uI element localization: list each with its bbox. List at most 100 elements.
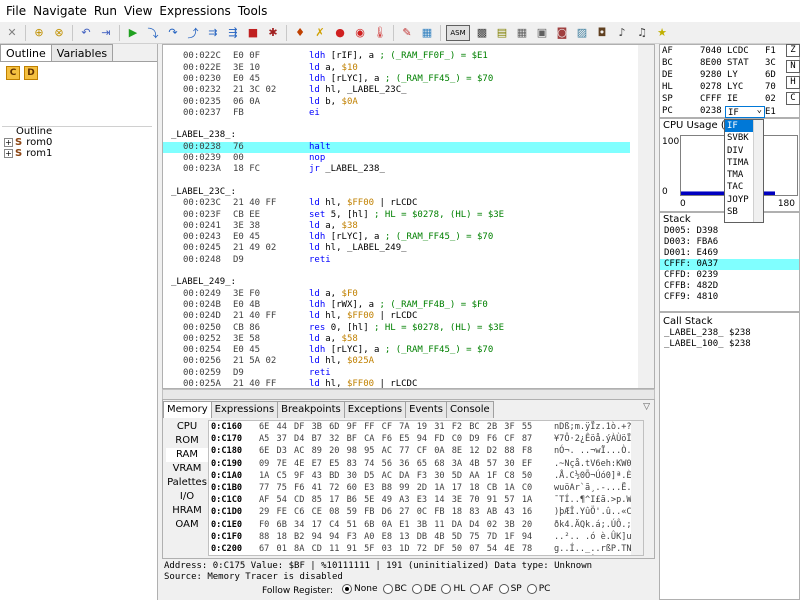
follow-option-de[interactable]: DE [407, 584, 436, 594]
hex-ascii[interactable]: )þÆÎ.YûÖ'.û..«C. [554, 506, 637, 518]
memory-category-hram[interactable]: HRAM [166, 504, 208, 518]
sprite-icon[interactable]: ◙ [554, 25, 570, 41]
register-value[interactable]: 0278 [700, 81, 722, 93]
register-value[interactable]: 8E00 [700, 57, 722, 69]
music-note-icon[interactable]: ♪ [614, 25, 630, 41]
record-stop-icon[interactable]: ◉ [352, 25, 368, 41]
disasm-line[interactable]: 00:0241 3E 38 ld a, $38 [163, 221, 633, 232]
register-value[interactable]: 9280 [700, 69, 722, 81]
hex-ascii[interactable]: ¥7Ô·2¿Êöå.ýÀÙöÏ. [554, 433, 637, 445]
disasm-line[interactable] [163, 176, 633, 187]
hex-bytes[interactable]: 77 75 F6 41 72 60 E3 B8 99 2D 1A 17 18 C… [259, 482, 532, 494]
hex-row[interactable]: 0:C190 09 7E 4E E7 E5 83 74 56 36 65 68 3… [209, 458, 643, 470]
menu-navigate[interactable]: Navigate [30, 4, 90, 18]
disasm-line[interactable]: 00:0245 21 49 02 ld hl, _LABEL_249_ [163, 243, 633, 254]
disasm-line[interactable]: 00:0254 E0 45 ldh [rLYC], a ; (_RAM_FF45_)… [163, 345, 633, 356]
disasm-label-line[interactable]: _LABEL_249_: [163, 277, 633, 288]
hex-bytes[interactable]: 67 01 8A CD 11 91 5F 03 1D 72 DF 50 07 5… [259, 543, 532, 555]
menu-run[interactable]: Run [91, 4, 120, 18]
hex-bytes[interactable]: 29 FE C6 CE 08 59 FB D6 27 0C FB 18 83 A… [259, 506, 532, 518]
menu-tools[interactable]: Tools [235, 4, 271, 18]
hex-ascii[interactable]: ã.å3$x.ÔN/¨&0.2¿ [554, 555, 637, 556]
hex-row[interactable]: 0:C1C0 AF 54 CD 85 17 B6 5E 49 A3 E3 14 3… [209, 494, 643, 506]
hex-bytes[interactable]: F0 6B 34 17 C4 51 6B 0A E1 3B 11 DA D4 0… [259, 519, 532, 531]
disasm-line[interactable]: 00:0235 06 0A ld b, $0A [163, 97, 633, 108]
thermometer-icon[interactable]: 🌡 [372, 25, 388, 41]
menu-view[interactable]: View [121, 4, 155, 18]
disasm-line[interactable]: 00:024B E0 4B ldh [rWX], a ; (_RAM_FF4B_) … [163, 300, 633, 311]
disasm-line[interactable]: 00:0243 E0 45 ldh [rLYC], a ; (_RAM_FF45_)… [163, 232, 633, 243]
hex-bytes[interactable]: 09 7E 4E E7 E5 83 74 56 36 65 68 3A 4B 5… [259, 458, 532, 470]
music-icon[interactable]: ♫ [634, 25, 650, 41]
memory-category-oam[interactable]: OAM [166, 518, 208, 532]
menu-file[interactable]: File [3, 4, 29, 18]
hex-bytes[interactable]: 1A C5 9F 43 BD 30 D5 AC DA F3 30 5D AA 1… [259, 470, 532, 482]
disasm-line[interactable]: 00:0259 D9 reti [163, 368, 633, 379]
flag-n[interactable]: N [786, 60, 800, 73]
call-stack-row[interactable]: _LABEL_100_ $238 [660, 339, 799, 350]
tile-icon[interactable]: ▣ [534, 25, 550, 41]
disasm-line[interactable]: 00:023F CB EE set 5, [hl] ; HL = $0278, (H… [163, 210, 633, 221]
hex-editor[interactable]: 0:C160 6E 44 DF 3B 6D 9F FF CF 7A 19 31 F… [208, 420, 644, 556]
expand-icon[interactable]: + [4, 138, 13, 147]
io-register-value[interactable]: 02 [765, 93, 776, 105]
record-icon[interactable]: ● [332, 25, 348, 41]
follow-option-af[interactable]: AF [465, 584, 494, 594]
dropdown-scrollbar[interactable] [753, 120, 763, 222]
hex-ascii[interactable]: nÓ¬. ..¬wÏ...Ò.ø [554, 445, 637, 457]
memory-category-ram[interactable]: RAM [166, 448, 208, 462]
memory-category-cpu[interactable]: CPU [166, 420, 208, 434]
run-frame-icon[interactable]: ⇉ [205, 25, 221, 41]
register-dropdown[interactable]: IF ⌄ [725, 105, 765, 118]
hex-bytes[interactable]: 6E 44 DF 3B 6D 9F FF CF 7A 19 31 F2 BC 2… [259, 421, 532, 433]
pencil-icon[interactable]: ✎ [399, 25, 415, 41]
register-value[interactable]: CFFF [700, 93, 722, 105]
register-value[interactable]: 0238 [700, 105, 722, 117]
disasm-line[interactable]: 00:0252 3E 58 ld a, $58 [163, 334, 633, 345]
asm-icon[interactable]: ASM [446, 24, 470, 41]
follow-option-sp[interactable]: SP [494, 584, 522, 594]
disasm-line[interactable]: 00:0232 21 3C 02 ld hl, _LABEL_23C_ [163, 85, 633, 96]
tab-events[interactable]: Events [405, 401, 448, 418]
radio-icon[interactable] [498, 584, 509, 594]
breakpoint-remove-icon[interactable]: ⊗ [51, 25, 67, 41]
grid-icon[interactable]: ▩ [474, 25, 490, 41]
breakpoint-add-icon[interactable]: ⊕ [31, 25, 47, 41]
hex-row[interactable]: 0:C200 67 01 8A CD 11 91 5F 03 1D 72 DF 5… [209, 543, 643, 555]
memory-category-io[interactable]: I/O [166, 490, 208, 504]
disasm-line[interactable]: 00:0237 FB ei [163, 108, 633, 119]
flag-h[interactable]: H [786, 76, 800, 89]
tree-root[interactable]: Outline [4, 126, 52, 137]
hex-row[interactable]: 0:C1E0 F0 6B 34 17 C4 51 6B 0A E1 3B 11 D… [209, 519, 643, 531]
tab-console[interactable]: Console [446, 401, 494, 418]
menu-expressions[interactable]: Expressions [156, 4, 233, 18]
tab-outline[interactable]: Outline [0, 44, 52, 61]
panel-dropdown-icon[interactable]: ▽ [643, 402, 650, 412]
call-stack-row[interactable]: _LABEL_238_ $238 [660, 328, 799, 339]
disasm-label-line[interactable]: _LABEL_238_: [163, 130, 633, 141]
tab-breakpoints[interactable]: Breakpoints [277, 401, 345, 418]
io-register-value[interactable]: F1 [765, 45, 776, 57]
stack-row[interactable]: CFFB: 482D [660, 281, 799, 292]
disasm-label-line[interactable]: _LABEL_23C_: [163, 187, 633, 198]
hex-row[interactable]: 0:C1D0 29 FE C6 CE 08 59 FB D6 27 0C FB 1… [209, 506, 643, 518]
hex-bytes[interactable]: 6E D3 AC 89 20 98 95 AC 77 CF 0A 8E 12 D… [259, 445, 532, 457]
tab-exceptions[interactable]: Exceptions [343, 401, 407, 418]
disasm-line[interactable]: 00:0248 D9 reti [163, 255, 633, 266]
memory-category-vram[interactable]: VRAM [166, 462, 208, 476]
hex-ascii[interactable]: .~Nçå.tV6eh:KW0ï [554, 458, 637, 470]
disasm-line[interactable]: 00:0249 3E F0 ld a, $F0 [163, 289, 633, 300]
stack-row[interactable]: D005: D398 [660, 226, 799, 237]
tilemap-icon[interactable]: ▦ [419, 25, 435, 41]
hex-row[interactable]: 0:C1F0 88 18 B2 94 94 F3 A0 E8 13 DB 4B 5… [209, 531, 643, 543]
radio-icon[interactable] [411, 584, 422, 594]
io-register-value[interactable]: 3C [765, 57, 776, 69]
chip-icon[interactable]: ◘ [594, 25, 610, 41]
disasm-line[interactable]: 00:0238 76 halt [163, 141, 630, 153]
radio-icon[interactable] [526, 584, 537, 594]
hex-row[interactable]: 0:C170 A5 37 D4 B7 32 BF CA F6 E5 94 FD C… [209, 433, 643, 445]
stack-row[interactable]: D001: E469 [660, 248, 799, 259]
disasm-line[interactable]: 00:022C E0 0F ldh [rIF], a ; (_RAM_FF0F_) … [163, 51, 633, 62]
disassembly-view[interactable]: 00:022C E0 0F ldh [rIF], a ; (_RAM_FF0F_) … [162, 44, 655, 389]
hex-ascii[interactable]: ðk4.ÄQk.á;.ÚÔ.; [554, 519, 632, 531]
